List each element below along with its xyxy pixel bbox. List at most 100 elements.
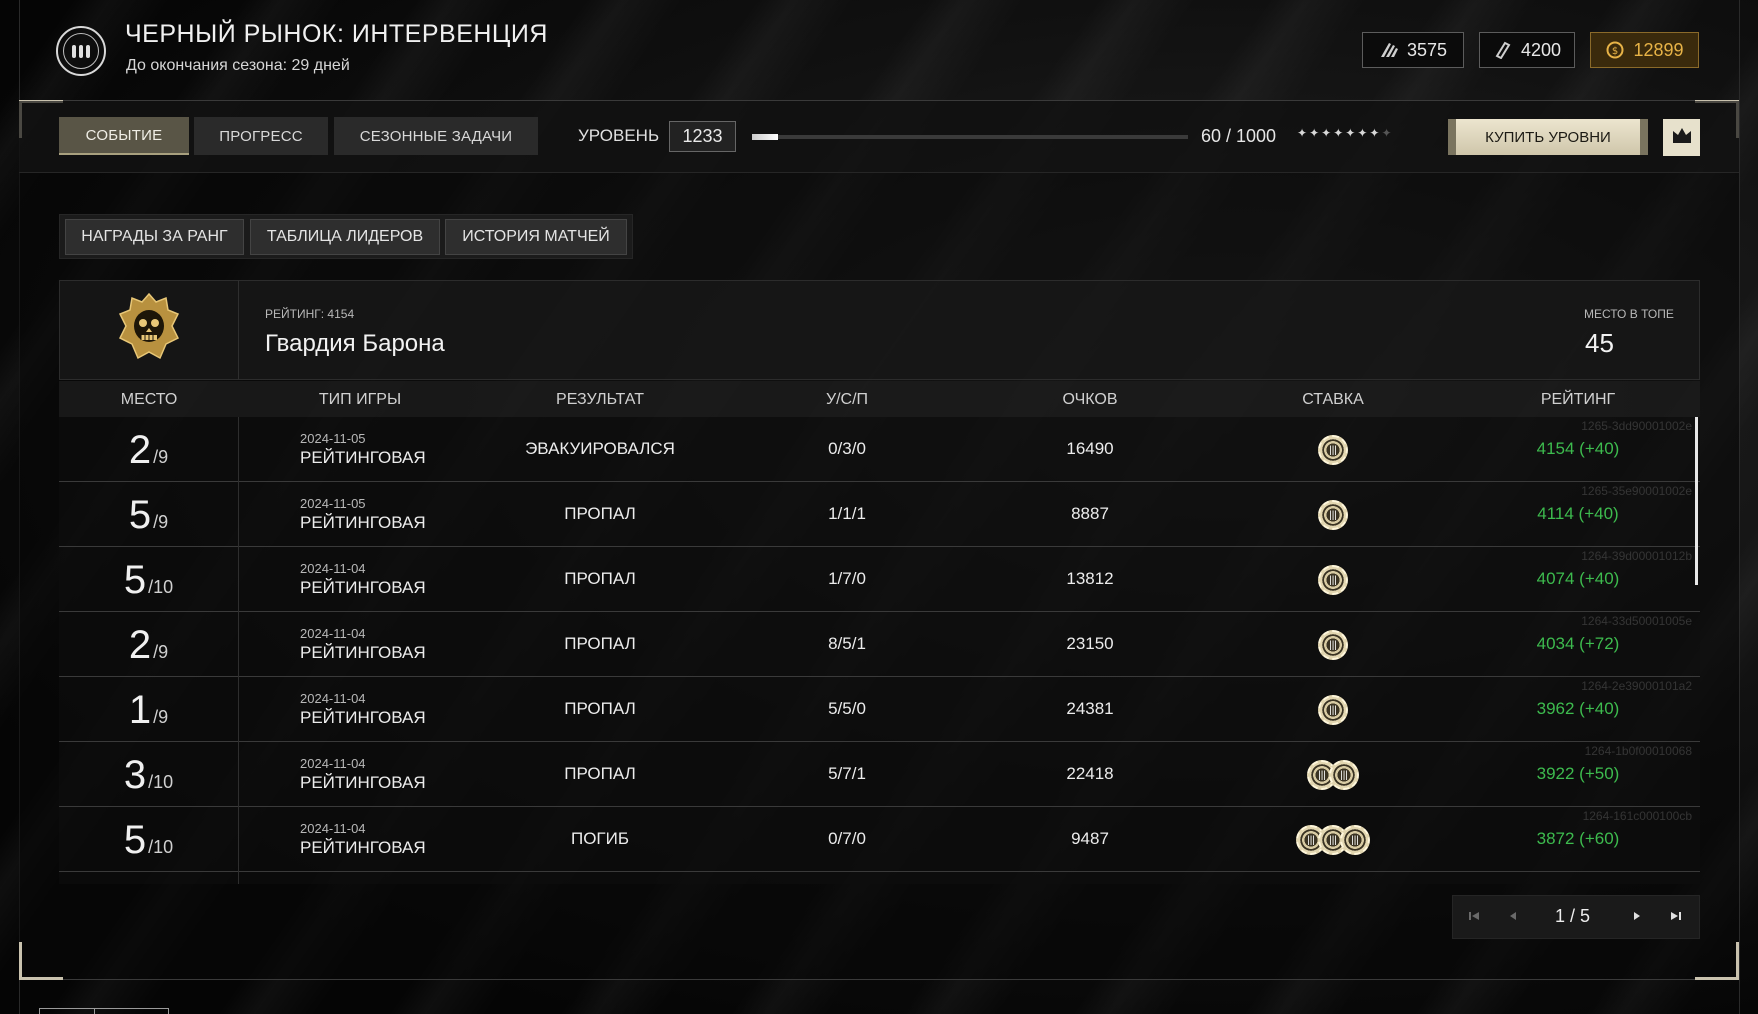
premium-button[interactable] (1663, 119, 1700, 156)
row-match-id: 1264-161c000100cb (1582, 809, 1692, 823)
table-row[interactable]: 5/10 2024-11-04 РЕЙТИНГОВАЯ ПОГИБ 0/7/0 9487 3… (59, 807, 1700, 872)
prev-page-button[interactable] (1495, 899, 1531, 935)
row-result: ПРОПАЛ (564, 699, 636, 718)
row-place-value: 1 (128, 688, 152, 732)
table-row[interactable]: 1/9 2024-11-04 РЕЙТИНГОВАЯ ПРОПАЛ 5/5/0 24381… (59, 677, 1700, 742)
currency-ammo: 3575 (1362, 32, 1464, 68)
subtab-match-history[interactable]: ИСТОРИЯ МАТЧЕЙ (445, 219, 627, 255)
col-ksd: У/С/П (825, 391, 869, 408)
currency-gold-value: 12899 (1633, 39, 1684, 60)
row-rating: 3962 (+40) (1536, 699, 1620, 718)
team-rating: РЕЙТИНГ: 4154 (265, 307, 355, 321)
row-game-type: РЕЙТИНГОВАЯ (300, 838, 426, 857)
col-rating: РЕЙТИНГ (1540, 391, 1616, 408)
col-game-type: ТИП ИГРЫ (318, 391, 402, 408)
row-match-id: 1265-3dd90001002e (1581, 419, 1692, 433)
match-history-table[interactable]: 2/9 2024-11-05 РЕЙТИНГОВАЯ ЭВАКУИРОВАЛСЯ 0/3… (59, 417, 1700, 884)
table-scrollbar[interactable] (1695, 417, 1698, 585)
tab-progress[interactable]: ПРОГРЕСС (194, 117, 328, 155)
row-place-value: 5 (128, 493, 152, 537)
stake-chip-icon: ||| (1318, 435, 1348, 465)
page-title: ЧЕРНЫЙ РЫНОК: ИНТЕРВЕНЦИЯ (125, 20, 548, 48)
table-row[interactable] (59, 872, 1700, 884)
prev-page-icon (1508, 910, 1518, 924)
row-stake: ||| ||| (1253, 760, 1413, 790)
bottom-tab-divider (94, 1008, 95, 1014)
table-row[interactable]: 2/9 2024-11-05 РЕЙТИНГОВАЯ ЭВАКУИРОВАЛСЯ 0/3… (59, 417, 1700, 482)
row-result: ПОГИБ (570, 829, 630, 848)
row-place-total: /9 (153, 447, 169, 467)
table-row[interactable]: 2/9 2024-11-04 РЕЙТИНГОВАЯ ПРОПАЛ 8/5/1 23150… (59, 612, 1700, 677)
row-place: 2/9 (59, 417, 239, 482)
row-place: 2/9 (59, 612, 239, 677)
subtab-leaderboard[interactable]: ТАБЛИЦА ЛИДЕРОВ (250, 219, 440, 255)
currency-gold: $ 12899 (1590, 32, 1699, 68)
row-score: 9487 (1071, 829, 1109, 848)
row-match-id: 1264-2e39000101a2 (1581, 679, 1692, 693)
col-result: РЕЗУЛЬТАТ (556, 391, 644, 408)
skull-emblem-icon (112, 290, 186, 371)
row-stake: ||| (1253, 565, 1413, 595)
first-page-button[interactable] (1456, 899, 1492, 935)
row-ksd: 1/1/1 (828, 504, 866, 523)
level-value: 1233 (669, 121, 736, 152)
currency-tickets: 4200 (1479, 32, 1575, 68)
last-page-button[interactable] (1658, 899, 1694, 935)
next-page-button[interactable] (1619, 899, 1655, 935)
ammo-icon (1379, 41, 1399, 59)
row-game-type: РЕЙТИНГОВАЯ (300, 708, 426, 727)
bottom-tab-outline (39, 1008, 169, 1014)
row-score: 8887 (1071, 504, 1109, 523)
table-row[interactable]: 5/9 2024-11-05 РЕЙТИНГОВАЯ ПРОПАЛ 1/1/1 8887 4… (59, 482, 1700, 547)
level-progress-text: 60 / 1000 (1201, 126, 1277, 146)
row-rating: 4154 (+40) (1536, 439, 1620, 458)
currency-tickets-value: 4200 (1520, 39, 1562, 60)
row-ksd: 5/5/0 (828, 699, 866, 718)
level-star-icon: ✦ (1369, 126, 1382, 140)
currency-ammo-value: 3575 (1406, 39, 1448, 60)
buy-levels-button[interactable]: КУПИТЬ УРОВНИ (1448, 119, 1648, 155)
level-star-icon: ✦ (1297, 126, 1310, 140)
row-date: 2024-11-04 (300, 821, 366, 836)
row-match-id: 1264-1b0f00010068 (1584, 744, 1692, 758)
subtab-rank-rewards[interactable]: НАГРАДЫ ЗА РАНГ (65, 219, 244, 255)
tab-season-tasks[interactable]: СЕЗОННЫЕ ЗАДАЧИ (334, 117, 538, 155)
row-place: 5/9 (59, 482, 239, 547)
row-date: 2024-11-05 (300, 431, 366, 446)
stake-chip-icon: ||| (1318, 630, 1348, 660)
row-score: 24381 (1066, 699, 1114, 718)
page-indicator: 1 / 5 (1555, 906, 1591, 926)
level-star-icon: ✦ (1309, 126, 1322, 140)
row-place: 5/10 (59, 547, 239, 612)
row-result: ПРОПАЛ (564, 764, 636, 783)
row-place-value: 5 (123, 818, 147, 862)
table-row[interactable]: 3/10 2024-11-04 РЕЙТИНГОВАЯ ПРОПАЛ 5/7/1 2241… (59, 742, 1700, 807)
tab-event[interactable]: СОБЫТИЕ (59, 117, 189, 155)
frame-right-rule (1739, 0, 1740, 1014)
row-place-total: /10 (148, 837, 174, 857)
frame-corner (1695, 942, 1739, 980)
level-star-icon: ✦ (1333, 126, 1346, 140)
row-place: 1/9 (59, 677, 239, 742)
row-rating: 3922 (+50) (1536, 764, 1620, 783)
row-score: 16490 (1066, 439, 1114, 458)
row-place-total: /9 (153, 512, 169, 532)
row-game-type: РЕЙТИНГОВАЯ (300, 578, 426, 597)
row-date: 2024-11-04 (300, 691, 366, 706)
row-stake: ||| ||| ||| (1253, 825, 1413, 855)
row-stake: ||| (1253, 500, 1413, 530)
table-row[interactable]: 5/10 2024-11-04 РЕЙТИНГОВАЯ ПРОПАЛ 1/7/0 1381… (59, 547, 1700, 612)
row-rating: 3872 (+60) (1536, 829, 1620, 848)
row-rating: 4114 (+40) (1537, 504, 1619, 523)
top-place-label: МЕСТО В ТОПЕ (1584, 307, 1674, 321)
stake-chip-icon: ||| (1318, 695, 1348, 725)
next-page-icon (1632, 910, 1642, 924)
row-ksd: 0/7/0 (828, 829, 866, 848)
level-star-icon: ✦ (1357, 126, 1370, 140)
col-score: ОЧКОВ (1062, 391, 1118, 408)
stake-chip-icon: ||| (1329, 760, 1359, 790)
row-stake: ||| (1253, 630, 1413, 660)
row-score: 23150 (1066, 634, 1114, 653)
row-stake: ||| (1253, 435, 1413, 465)
row-place-value: 3 (123, 753, 147, 797)
